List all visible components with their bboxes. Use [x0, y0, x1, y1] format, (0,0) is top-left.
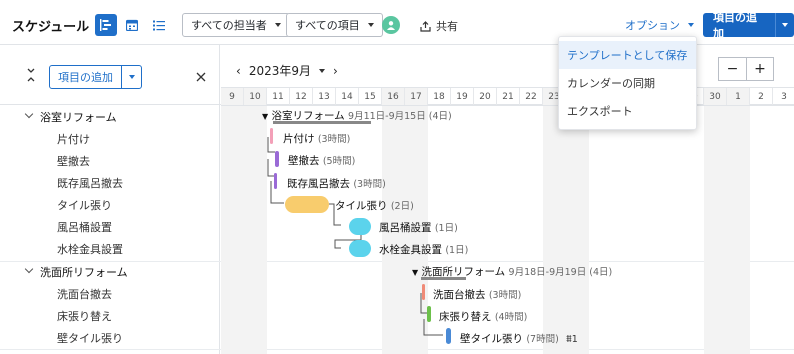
chevron-down-icon [319, 68, 325, 73]
add-item-panel-label: 項目の追加 [58, 71, 113, 84]
day-cell: 30 [704, 88, 727, 105]
assignee-filter-label: すべての担当者 [191, 19, 267, 32]
day-header: 9101112131415161718192021222324252627282… [221, 87, 794, 106]
list-icon [153, 20, 165, 30]
add-item-panel-menu-button[interactable] [121, 66, 141, 88]
share-label: 共有 [436, 20, 458, 33]
task-bar[interactable] [270, 128, 273, 144]
task-name[interactable]: 壁撤去 [57, 153, 90, 169]
day-cell: 19 [451, 88, 474, 105]
task-bar[interactable] [275, 151, 279, 167]
task-bar[interactable] [285, 196, 329, 213]
gantt-group-label[interactable]: ▼ 浴室リフォーム 9月11日-9月15日 (4日) [262, 108, 452, 123]
item-filter-dropdown[interactable]: すべての項目 [286, 13, 383, 37]
day-cell: 14 [336, 88, 359, 105]
day-cell: 15 [359, 88, 382, 105]
add-item-panel-button[interactable]: 項目の追加 [49, 65, 142, 89]
gantt-view-button[interactable] [95, 14, 117, 36]
prev-month-icon[interactable]: ‹ [236, 64, 241, 78]
task-name[interactable]: 既存風呂撤去 [57, 175, 123, 191]
task-bar-label: 壁タイル張り (7時間) ⩩1 [460, 333, 578, 345]
chevron-down-icon [782, 23, 789, 27]
task-bar-label: 壁撤去 (5時間) [288, 155, 356, 167]
task-name[interactable]: タイル張り [57, 197, 112, 213]
day-cell: 11 [267, 88, 290, 105]
share-button[interactable]: 共有 [420, 18, 458, 34]
calendar-icon [126, 19, 138, 31]
task-bar-label: 既存風呂撤去 (3時間) [287, 178, 386, 190]
day-cell: 9 [221, 88, 244, 105]
day-cell: 1 [727, 88, 750, 105]
assignee-filter-dropdown[interactable]: すべての担当者 [182, 13, 290, 37]
next-month-icon[interactable]: › [333, 64, 338, 78]
menu-item-export[interactable]: エクスポート [559, 97, 696, 125]
gantt-group-label[interactable]: ▼ 洗面所リフォーム 9月18日-9月19日 (4日) [412, 264, 612, 279]
task-bar[interactable] [349, 240, 371, 257]
close-icon [196, 72, 206, 82]
day-cell: 18 [428, 88, 451, 105]
subtask-count: 1 [571, 334, 578, 345]
options-button[interactable]: オプション [625, 17, 694, 33]
zoom-out-button[interactable]: − [718, 57, 746, 81]
group-name[interactable]: 浴室リフォーム [40, 109, 117, 125]
task-bar[interactable] [427, 306, 431, 322]
add-item-button[interactable]: 項目の追加 [703, 11, 794, 40]
options-menu: テンプレートとして保存 カレンダーの同期 エクスポート [558, 36, 697, 130]
month-label: 2023年9月 [248, 64, 311, 78]
task-name[interactable]: 壁タイル張り [57, 330, 123, 346]
task-bar[interactable] [422, 284, 425, 300]
task-bar-label: タイル張り (2日) [335, 200, 414, 212]
day-cell: 21 [497, 88, 520, 105]
task-bar[interactable] [446, 328, 451, 344]
task-bar-label: 床張り替え (4時間) [439, 311, 528, 323]
task-bar[interactable] [349, 218, 371, 235]
add-item-label: 項目の追加 [713, 11, 757, 40]
task-bar-label: 水栓金具設置 (1日) [379, 244, 469, 256]
day-cell: 17 [405, 88, 428, 105]
chevron-down-icon [688, 23, 694, 27]
collapse-icon [27, 68, 35, 82]
task-name[interactable]: 床張り替え [57, 308, 112, 324]
close-panel-button[interactable] [196, 72, 206, 85]
day-cell: 12 [290, 88, 313, 105]
item-filter-label: すべての項目 [295, 19, 360, 32]
day-cell: 2 [750, 88, 773, 105]
zoom-in-button[interactable]: + [746, 57, 774, 81]
menu-item-calendar-sync[interactable]: カレンダーの同期 [559, 69, 696, 97]
day-cell: 3 [773, 88, 794, 105]
day-cell: 13 [313, 88, 336, 105]
chevron-down-icon [367, 23, 374, 27]
collapse-all-button[interactable] [26, 68, 36, 85]
task-name[interactable]: 風呂桶設置 [57, 219, 112, 235]
task-bar-label: 片付け (3時間) [283, 133, 351, 145]
day-cell: 10 [244, 88, 267, 105]
chevron-down-icon [274, 23, 281, 27]
user-icon [387, 21, 395, 30]
task-name[interactable]: 片付け [57, 131, 90, 147]
month-selector[interactable]: ‹ 2023年9月 › [236, 62, 338, 79]
day-cell: 22 [520, 88, 543, 105]
day-cell: 20 [474, 88, 497, 105]
task-bar-label: 洗面台撤去 (3時間) [433, 289, 522, 301]
gantt-icon [100, 19, 111, 31]
share-icon [420, 20, 431, 32]
task-bar[interactable] [274, 173, 277, 189]
add-item-menu-button[interactable] [775, 13, 794, 37]
task-name[interactable]: 洗面台撤去 [57, 286, 112, 302]
page-title: スケジュール [12, 20, 90, 35]
group-name[interactable]: 洗面所リフォーム [40, 264, 128, 280]
options-label: オプション [625, 19, 680, 32]
menu-item-save-template[interactable]: テンプレートとして保存 [559, 41, 696, 69]
avatar[interactable] [382, 16, 400, 34]
task-name[interactable]: 水栓金具設置 [57, 241, 123, 257]
task-bar-label: 風呂桶設置 (1日) [379, 222, 458, 234]
list-view-button[interactable] [148, 14, 170, 36]
calendar-view-button[interactable] [121, 14, 143, 36]
chevron-down-icon [128, 75, 135, 79]
day-cell: 16 [382, 88, 405, 105]
